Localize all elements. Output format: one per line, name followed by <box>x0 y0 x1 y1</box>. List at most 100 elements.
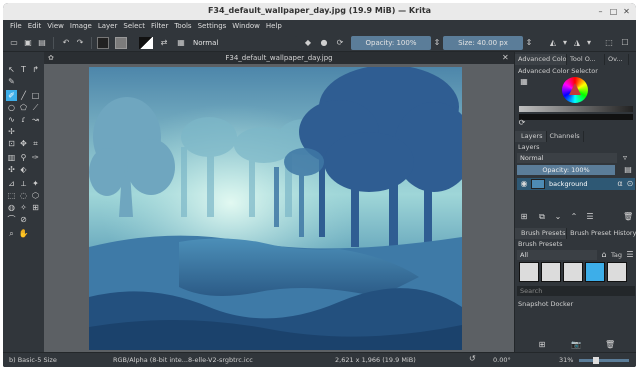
size-stepper-icon[interactable]: ⇕ <box>525 37 533 49</box>
fg-bg-color-icon[interactable] <box>139 37 153 49</box>
layer-name[interactable]: background <box>549 180 587 188</box>
menu-image[interactable]: Image <box>67 20 95 34</box>
menu-select[interactable]: Select <box>120 20 148 34</box>
colorize-mask-tool-icon[interactable]: ✑ <box>30 152 41 163</box>
eye-icon[interactable]: ◉ <box>519 179 529 189</box>
canvas-painting[interactable] <box>89 67 462 350</box>
color-history-strip[interactable] <box>519 114 633 120</box>
brush-preset-1[interactable] <box>519 262 539 282</box>
polygon-selection-tool-icon[interactable]: ⬡ <box>30 190 41 201</box>
layer-opacity-slider[interactable]: Opacity: 100% <box>517 165 615 175</box>
mirror-v-dropdown-icon[interactable]: ▾ <box>585 37 593 49</box>
tab-advanced-color-selector[interactable]: Advanced Color S... <box>515 54 567 65</box>
zoom-slider[interactable] <box>579 357 629 364</box>
mirror-h-dropdown-icon[interactable]: ▾ <box>561 37 569 49</box>
status-brush[interactable]: b) Basic-5 Size <box>9 356 57 364</box>
brush-preset-4[interactable] <box>585 262 605 282</box>
fill-tool-icon[interactable]: ⬖ <box>18 164 29 175</box>
delete-layer-icon[interactable]: 🗑 <box>623 212 633 222</box>
menu-layer[interactable]: Layer <box>95 20 121 34</box>
delete-snapshot-icon[interactable]: 🗑 <box>605 340 615 350</box>
rect-selection-tool-icon[interactable]: ⬚ <box>6 190 17 201</box>
brush-preset-5[interactable] <box>607 262 627 282</box>
opacity-stepper-icon[interactable]: ⇕ <box>433 37 441 49</box>
new-snapshot-icon[interactable]: ⊞ <box>537 340 547 350</box>
layer-thumbnail-toggle-icon[interactable]: ▤ <box>623 165 633 175</box>
tab-brush-presets[interactable]: Brush Presets <box>515 228 568 239</box>
alpha-lock-icon[interactable]: α <box>615 179 625 189</box>
canvas-area[interactable]: ✿ F34_default_wallpaper_day.jpg ✕ <box>44 52 514 352</box>
undo-icon[interactable]: ↶ <box>61 37 71 49</box>
ellipse-tool-icon[interactable]: ○ <box>6 102 17 113</box>
edit-shapes-tool-icon[interactable]: ↱ <box>30 64 41 75</box>
similar-selection-tool-icon[interactable]: ⊞ <box>30 202 41 213</box>
menu-edit[interactable]: Edit <box>25 20 45 34</box>
eraser-mode-icon[interactable]: ◆ <box>303 37 313 49</box>
brush-preset-2[interactable] <box>541 262 561 282</box>
move-layer-up-icon[interactable]: ⌃ <box>569 212 579 222</box>
select-shapes-tool-icon[interactable]: ↖ <box>6 64 17 75</box>
add-layer-icon[interactable]: ⊞ <box>519 212 529 222</box>
text-tool-icon[interactable]: T <box>18 64 29 75</box>
menu-window[interactable]: Window <box>229 20 263 34</box>
brush-menu-icon[interactable]: ☰ <box>625 250 635 260</box>
bezier-tool-icon[interactable]: ∿ <box>6 114 17 125</box>
assistant-tool-icon[interactable]: ⊿ <box>6 178 17 189</box>
menu-filter[interactable]: Filter <box>148 20 171 34</box>
freehand-path-tool-icon[interactable]: ɾ <box>18 114 29 125</box>
swap-colors-icon[interactable]: ⇄ <box>159 37 169 49</box>
smart-patch-tool-icon[interactable]: ✣ <box>6 164 17 175</box>
rotation-icon[interactable]: ↺ <box>469 354 476 363</box>
canvas-only-icon[interactable]: ☐ <box>619 37 631 49</box>
line-tool-icon[interactable]: ╱ <box>18 90 29 101</box>
status-zoom[interactable]: 31% <box>559 356 573 364</box>
layer-row-background[interactable]: ◉ background α ⊙ <box>517 178 635 190</box>
new-document-icon[interactable]: ▭ <box>9 37 19 49</box>
tab-brush-preset-history[interactable]: Brush Preset History <box>567 228 636 239</box>
maximize-icon[interactable]: □ <box>608 6 619 17</box>
measure-tool-icon[interactable]: ⟂ <box>18 178 29 189</box>
menu-file[interactable]: File <box>7 20 25 34</box>
color-triangle[interactable] <box>569 83 581 95</box>
status-color-info[interactable]: RGB/Alpha (8-bit inte...8-elle-V2-srgbtr… <box>113 356 253 364</box>
status-angle[interactable]: 0.00° <box>493 356 511 364</box>
rectangle-tool-icon[interactable]: □ <box>30 90 41 101</box>
size-slider[interactable]: Size: 40.00 px <box>443 36 523 50</box>
minimize-icon[interactable]: – <box>595 6 606 17</box>
color-refresh-icon[interactable]: ⟳ <box>517 118 527 128</box>
tab-tool-options[interactable]: Tool O... <box>567 54 605 65</box>
multibrush-tool-icon[interactable]: ✢ <box>6 126 17 137</box>
color-picker-tool-icon[interactable]: ⚲ <box>18 152 29 163</box>
contiguous-selection-tool-icon[interactable]: ✧ <box>18 202 29 213</box>
tag-icon[interactable]: ⌂ <box>599 250 609 260</box>
color-selector-settings-icon[interactable]: ▦ <box>519 77 529 87</box>
tab-channels[interactable]: Channels <box>547 131 584 142</box>
mirror-vertical-icon[interactable]: ◮ <box>571 37 583 49</box>
polygon-tool-icon[interactable]: ⬠ <box>18 102 29 113</box>
open-document-icon[interactable]: ▣ <box>23 37 33 49</box>
ellipse-selection-tool-icon[interactable]: ◌ <box>18 190 29 201</box>
pan-tool-icon[interactable]: ✋ <box>18 228 29 239</box>
freehand-selection-tool-icon[interactable]: ◍ <box>6 202 17 213</box>
gradient-tool-icon[interactable]: ▥ <box>6 152 17 163</box>
freehand-brush-tool-icon[interactable]: ✐ <box>6 90 17 101</box>
tab-overview[interactable]: Ov... <box>605 54 629 65</box>
wrap-around-icon[interactable]: ⬚ <box>603 37 615 49</box>
brush-preset-3[interactable] <box>563 262 583 282</box>
move-layer-down-icon[interactable]: ⌄ <box>553 212 563 222</box>
tab-layers[interactable]: Layers <box>515 131 547 142</box>
brush-presets-icon[interactable]: ▦ <box>175 37 187 49</box>
close-icon[interactable]: ✕ <box>621 6 632 17</box>
gradient-swatch[interactable] <box>97 37 109 49</box>
dynamic-brush-tool-icon[interactable]: ↝ <box>30 114 41 125</box>
menu-tools[interactable]: Tools <box>171 20 194 34</box>
menu-help[interactable]: Help <box>263 20 285 34</box>
zoom-tool-icon[interactable]: ⌕ <box>6 228 17 239</box>
layer-blend-mode-select[interactable]: Normal <box>517 153 617 163</box>
menu-settings[interactable]: Settings <box>195 20 230 34</box>
save-icon[interactable]: ▤ <box>37 37 47 49</box>
preserve-alpha-icon[interactable]: ● <box>319 37 329 49</box>
close-document-icon[interactable]: ✕ <box>502 53 509 62</box>
magnetic-selection-tool-icon[interactable]: ⊘ <box>18 214 29 225</box>
brush-filter-select[interactable]: All <box>517 250 597 260</box>
